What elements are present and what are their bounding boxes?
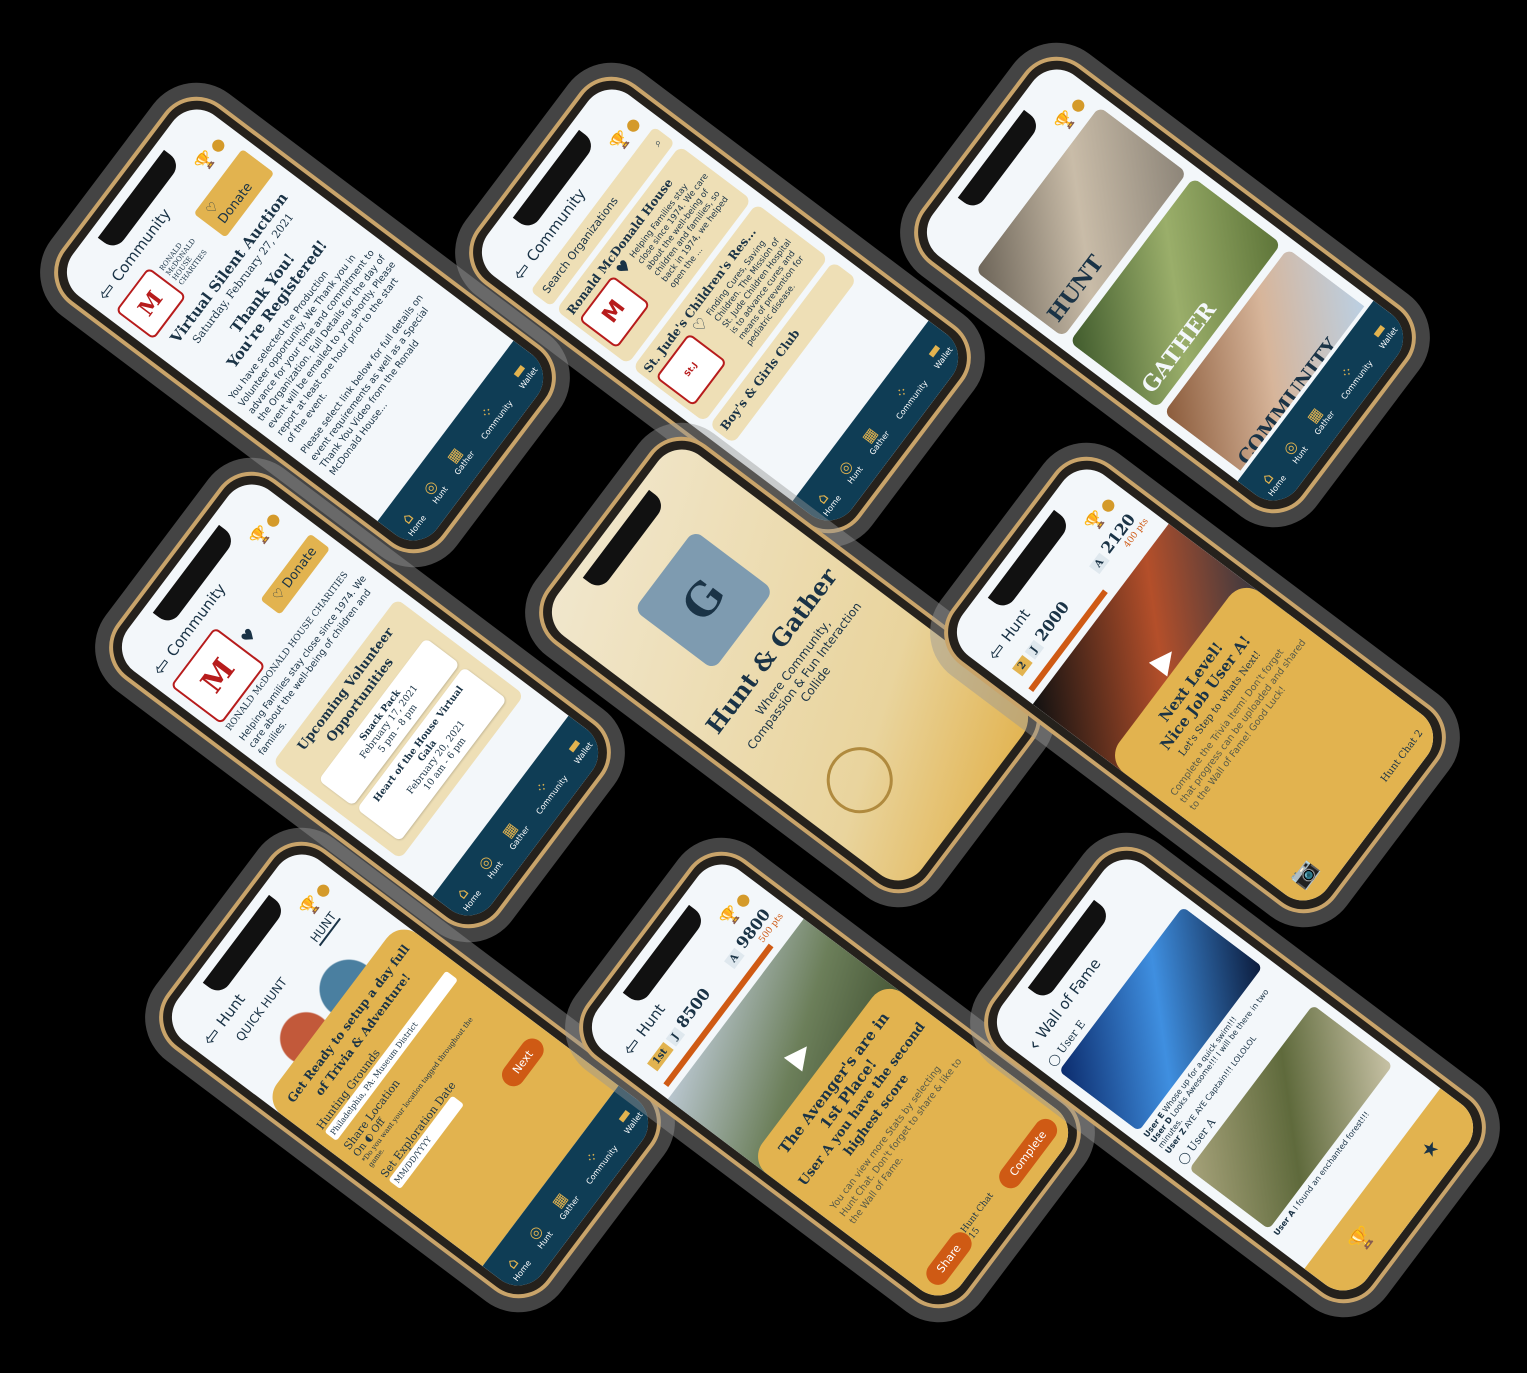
- phone-auction: ⇦ Community 🏆● M RONALD McDONALD HOUSE C…: [38, 80, 572, 570]
- phone-quickhunt: ⇦ Hunt 🏆● QUICK HUNT HUNT Get Ready to s…: [143, 825, 677, 1315]
- donate-label: Donate: [279, 544, 320, 591]
- donate-label: Donate: [215, 180, 256, 227]
- star-icon[interactable]: ★: [1415, 1134, 1445, 1163]
- nav-community[interactable]: ⁘ Community: [1326, 349, 1374, 400]
- phone-org: ⇦ Community 🏆● M ♥ ♡ Donate RONALD McDON…: [93, 455, 627, 945]
- nav-home[interactable]: ⌂ Home: [448, 879, 483, 913]
- nav-home[interactable]: ⌂ Home: [393, 504, 428, 538]
- nav-hunt[interactable]: ◎ Hunt: [833, 455, 865, 486]
- nav-wallet[interactable]: ▬ Wallet: [919, 336, 954, 370]
- camera-icon[interactable]: 📷: [1286, 856, 1322, 893]
- trophy-icon[interactable]: 🏆: [1345, 1222, 1379, 1256]
- phone-level: ⇦ Hunt 🏆● 2J2000 A2120 400 pts ▶ Next Le…: [928, 440, 1462, 930]
- nav-hunt[interactable]: ◎ Hunt: [523, 1220, 555, 1251]
- nav-community[interactable]: ⁘ Community: [521, 764, 569, 815]
- share-label: Share: [934, 1242, 964, 1276]
- nav-gather[interactable]: ▦ Gather: [855, 419, 891, 456]
- nav-gather[interactable]: ▦ Gather: [495, 814, 531, 851]
- heart-icon[interactable]: ♥: [236, 624, 260, 647]
- nav-community[interactable]: ⁘ Community: [881, 369, 929, 420]
- next-button[interactable]: Next: [497, 1033, 549, 1091]
- next-label: Next: [510, 1048, 536, 1077]
- nav-gather[interactable]: ▦ Gather: [545, 1184, 581, 1221]
- user-icon: ◯: [1175, 1149, 1194, 1167]
- nav-home[interactable]: ⌂ Home: [808, 484, 843, 518]
- nav-gather[interactable]: ▦ Gather: [440, 439, 476, 476]
- nav-community[interactable]: ⁘ Community: [571, 1134, 619, 1185]
- phone-first: ⇦ Hunt 🏆● 1stJ8500 A9800 500 pts ▶ The A…: [563, 835, 1097, 1325]
- nav-wallet[interactable]: ▬ Wallet: [1364, 316, 1400, 350]
- nav-gather[interactable]: ▦ Gather: [1300, 399, 1336, 436]
- chat-count: 2: [1412, 728, 1426, 740]
- phone-wall: ‹ Wall of Fame ◯ User E User E Whose up …: [968, 830, 1502, 1320]
- search-icon[interactable]: ⌕: [650, 136, 665, 149]
- nav-hunt[interactable]: ◎ Hunt: [1278, 435, 1310, 466]
- play-icon[interactable]: ▶: [778, 1035, 820, 1074]
- compass-icon: [813, 733, 906, 827]
- nav-wallet[interactable]: ▬ Wallet: [559, 731, 594, 765]
- nav-home[interactable]: ⌂ Home: [1253, 464, 1288, 498]
- nav-hunt[interactable]: ◎ Hunt: [473, 850, 505, 881]
- phone-home: 🏆● HUNT GATHER COMMUNITY ⌂ Home ◎ Hunt ▦ Ga…: [898, 40, 1432, 530]
- nav-wallet[interactable]: ▬ Wallet: [504, 356, 539, 390]
- user-icon: ◯: [1045, 1051, 1064, 1069]
- nav-home[interactable]: ⌂ Home: [498, 1249, 533, 1283]
- complete-label: Complete: [1006, 1128, 1050, 1179]
- nav-wallet[interactable]: ▬ Wallet: [609, 1101, 644, 1135]
- nav-community[interactable]: ⁘ Community: [466, 389, 514, 440]
- nav-hunt[interactable]: ◎ Hunt: [418, 475, 450, 506]
